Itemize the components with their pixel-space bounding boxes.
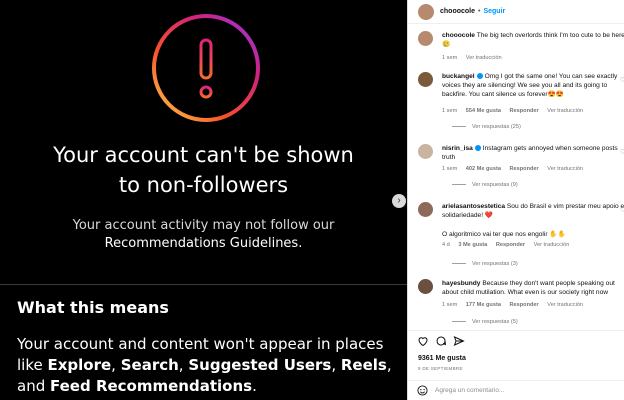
post-header: chooocole • Seguir	[408, 0, 624, 24]
comments-panel: chooocole • Seguir chooocole The big tec…	[407, 0, 624, 400]
comment-text: nisrin_isa Instagram gets annoyed when so…	[442, 144, 624, 162]
avatar[interactable]	[418, 72, 433, 87]
comment-time: 1 sem	[442, 108, 458, 114]
comment-text: arielasantosestetica Sou do Brasil e vim…	[442, 202, 624, 220]
comment-time: 4 d	[442, 242, 450, 248]
translate-button[interactable]: Ver traducción	[547, 166, 583, 172]
caption-username[interactable]: chooocole	[442, 32, 475, 39]
comment-bar: Agrega un comentario...	[408, 380, 624, 400]
comment-meta: 1 sem 177 Me gusta Responder Ver traducc…	[442, 302, 590, 308]
post-date: 9 DE SEPTIEMBRE	[418, 366, 463, 371]
caption-time: 1 sem	[442, 55, 458, 61]
restriction-headline: Your account can't be shown to non-follo…	[0, 140, 407, 200]
means-body: Your account and content won't appear in…	[17, 334, 402, 397]
heart-icon[interactable]: ♡	[620, 76, 624, 84]
means-sep: ,	[111, 356, 121, 374]
reply-button[interactable]: Responder	[510, 302, 539, 308]
translate-button[interactable]: Ver traducción	[547, 108, 583, 114]
comment-meta: 1 sem 554 Me gusta Responder Ver traducc…	[442, 108, 590, 114]
exclamation-circle-icon	[152, 14, 260, 122]
comment-likes[interactable]: 402 Me gusta	[466, 166, 501, 172]
chevron-right-icon[interactable]: ›	[392, 194, 406, 208]
means-sep: ,	[331, 356, 341, 374]
comment-time: 1 sem	[442, 166, 458, 172]
view-replies-button[interactable]: Ver respuestas (5)	[452, 319, 518, 325]
translate-button[interactable]: Ver traducción	[466, 55, 502, 61]
headline-line-2: to non-followers	[118, 173, 289, 197]
comment-time: 1 sem	[442, 302, 458, 308]
comment-username[interactable]: arielasantosestetica	[442, 203, 505, 210]
comment-username[interactable]: nisrin_isa	[442, 145, 473, 152]
subtext-line-1: Your account activity may not follow our	[72, 218, 335, 233]
post-media: Your account can't be shown to non-follo…	[0, 0, 407, 400]
means-search: Search	[120, 356, 179, 374]
means-end: .	[252, 377, 257, 395]
caption-text: chooocole The big tech overlords think I…	[442, 31, 624, 49]
view-replies-button[interactable]: Ver respuestas (25)	[452, 124, 521, 130]
reply-button[interactable]: Responder	[510, 108, 539, 114]
comment-username[interactable]: buckangel	[442, 73, 475, 80]
comment-meta: 4 d 3 Me gusta Responder Ver traducción	[442, 242, 576, 248]
translate-button[interactable]: Ver traducción	[547, 302, 583, 308]
headline-line-1: Your account can't be shown	[53, 143, 354, 167]
share-icon[interactable]	[453, 335, 465, 347]
means-suggested: Suggested Users	[188, 356, 332, 374]
emoji-icon[interactable]	[417, 385, 428, 396]
caption-meta: 1 sem Ver traducción	[442, 55, 509, 61]
means-sep: ,	[178, 356, 189, 374]
avatar[interactable]	[418, 144, 433, 159]
follow-button[interactable]: Seguir	[483, 8, 505, 15]
guidelines-link[interactable]: Recommendations Guidelines.	[0, 235, 407, 253]
means-explore: Explore	[47, 356, 112, 374]
comment-likes[interactable]: 554 Me gusta	[466, 108, 501, 114]
heart-icon[interactable]: ♡	[620, 148, 624, 156]
means-sep: ,	[386, 356, 392, 374]
means-line-3: and Feed Recommendations.	[17, 376, 402, 397]
verified-icon	[476, 73, 483, 80]
comment-likes[interactable]: 177 Me gusta	[466, 302, 501, 308]
likes-count[interactable]: 9361 Me gusta	[418, 355, 466, 362]
means-line-1: Your account and content won't appear in…	[17, 335, 384, 353]
avatar[interactable]	[418, 31, 433, 46]
separator-dot: •	[478, 8, 481, 15]
comment-text: hayesbundy Because they don't want peopl…	[442, 279, 624, 297]
avatar[interactable]	[418, 279, 433, 294]
comment-username[interactable]: hayesbundy	[442, 280, 480, 287]
reply-button[interactable]: Responder	[496, 242, 525, 248]
comment-text: buckangel Omg I got the same one! You can…	[442, 72, 624, 99]
verified-icon	[474, 145, 481, 152]
comment-body-2: O algoritmico vai ter que nos engolir ✋✋	[442, 231, 566, 238]
view-replies-button[interactable]: Ver respuestas (9)	[452, 182, 518, 188]
means-feed: Feed Recommendations	[50, 377, 253, 395]
restriction-subtext: Your account activity may not follow our…	[0, 217, 407, 253]
means-like: like	[17, 356, 48, 374]
action-bar	[408, 330, 624, 350]
translate-button[interactable]: Ver traducción	[534, 242, 570, 248]
heart-icon[interactable]: ♡	[620, 206, 624, 214]
reply-button[interactable]: Responder	[510, 166, 539, 172]
comment-meta: 1 sem 402 Me gusta Responder Ver traducc…	[442, 166, 590, 172]
comment-likes[interactable]: 3 Me gusta	[458, 242, 487, 248]
comment-input[interactable]: Agrega un comentario...	[435, 387, 504, 394]
divider	[0, 284, 407, 285]
avatar[interactable]	[418, 3, 434, 20]
means-reels: Reels	[340, 356, 387, 374]
comment-icon[interactable]	[435, 335, 447, 347]
means-title: What this means	[17, 298, 169, 317]
author-username[interactable]: chooocole	[440, 8, 475, 15]
avatar[interactable]	[418, 202, 433, 217]
heart-icon[interactable]	[417, 335, 429, 347]
means-line-2: like Explore, Search, Suggested Users, R…	[17, 355, 402, 376]
view-replies-button[interactable]: Ver respuestas (3)	[452, 261, 518, 267]
means-and: and	[17, 377, 50, 395]
